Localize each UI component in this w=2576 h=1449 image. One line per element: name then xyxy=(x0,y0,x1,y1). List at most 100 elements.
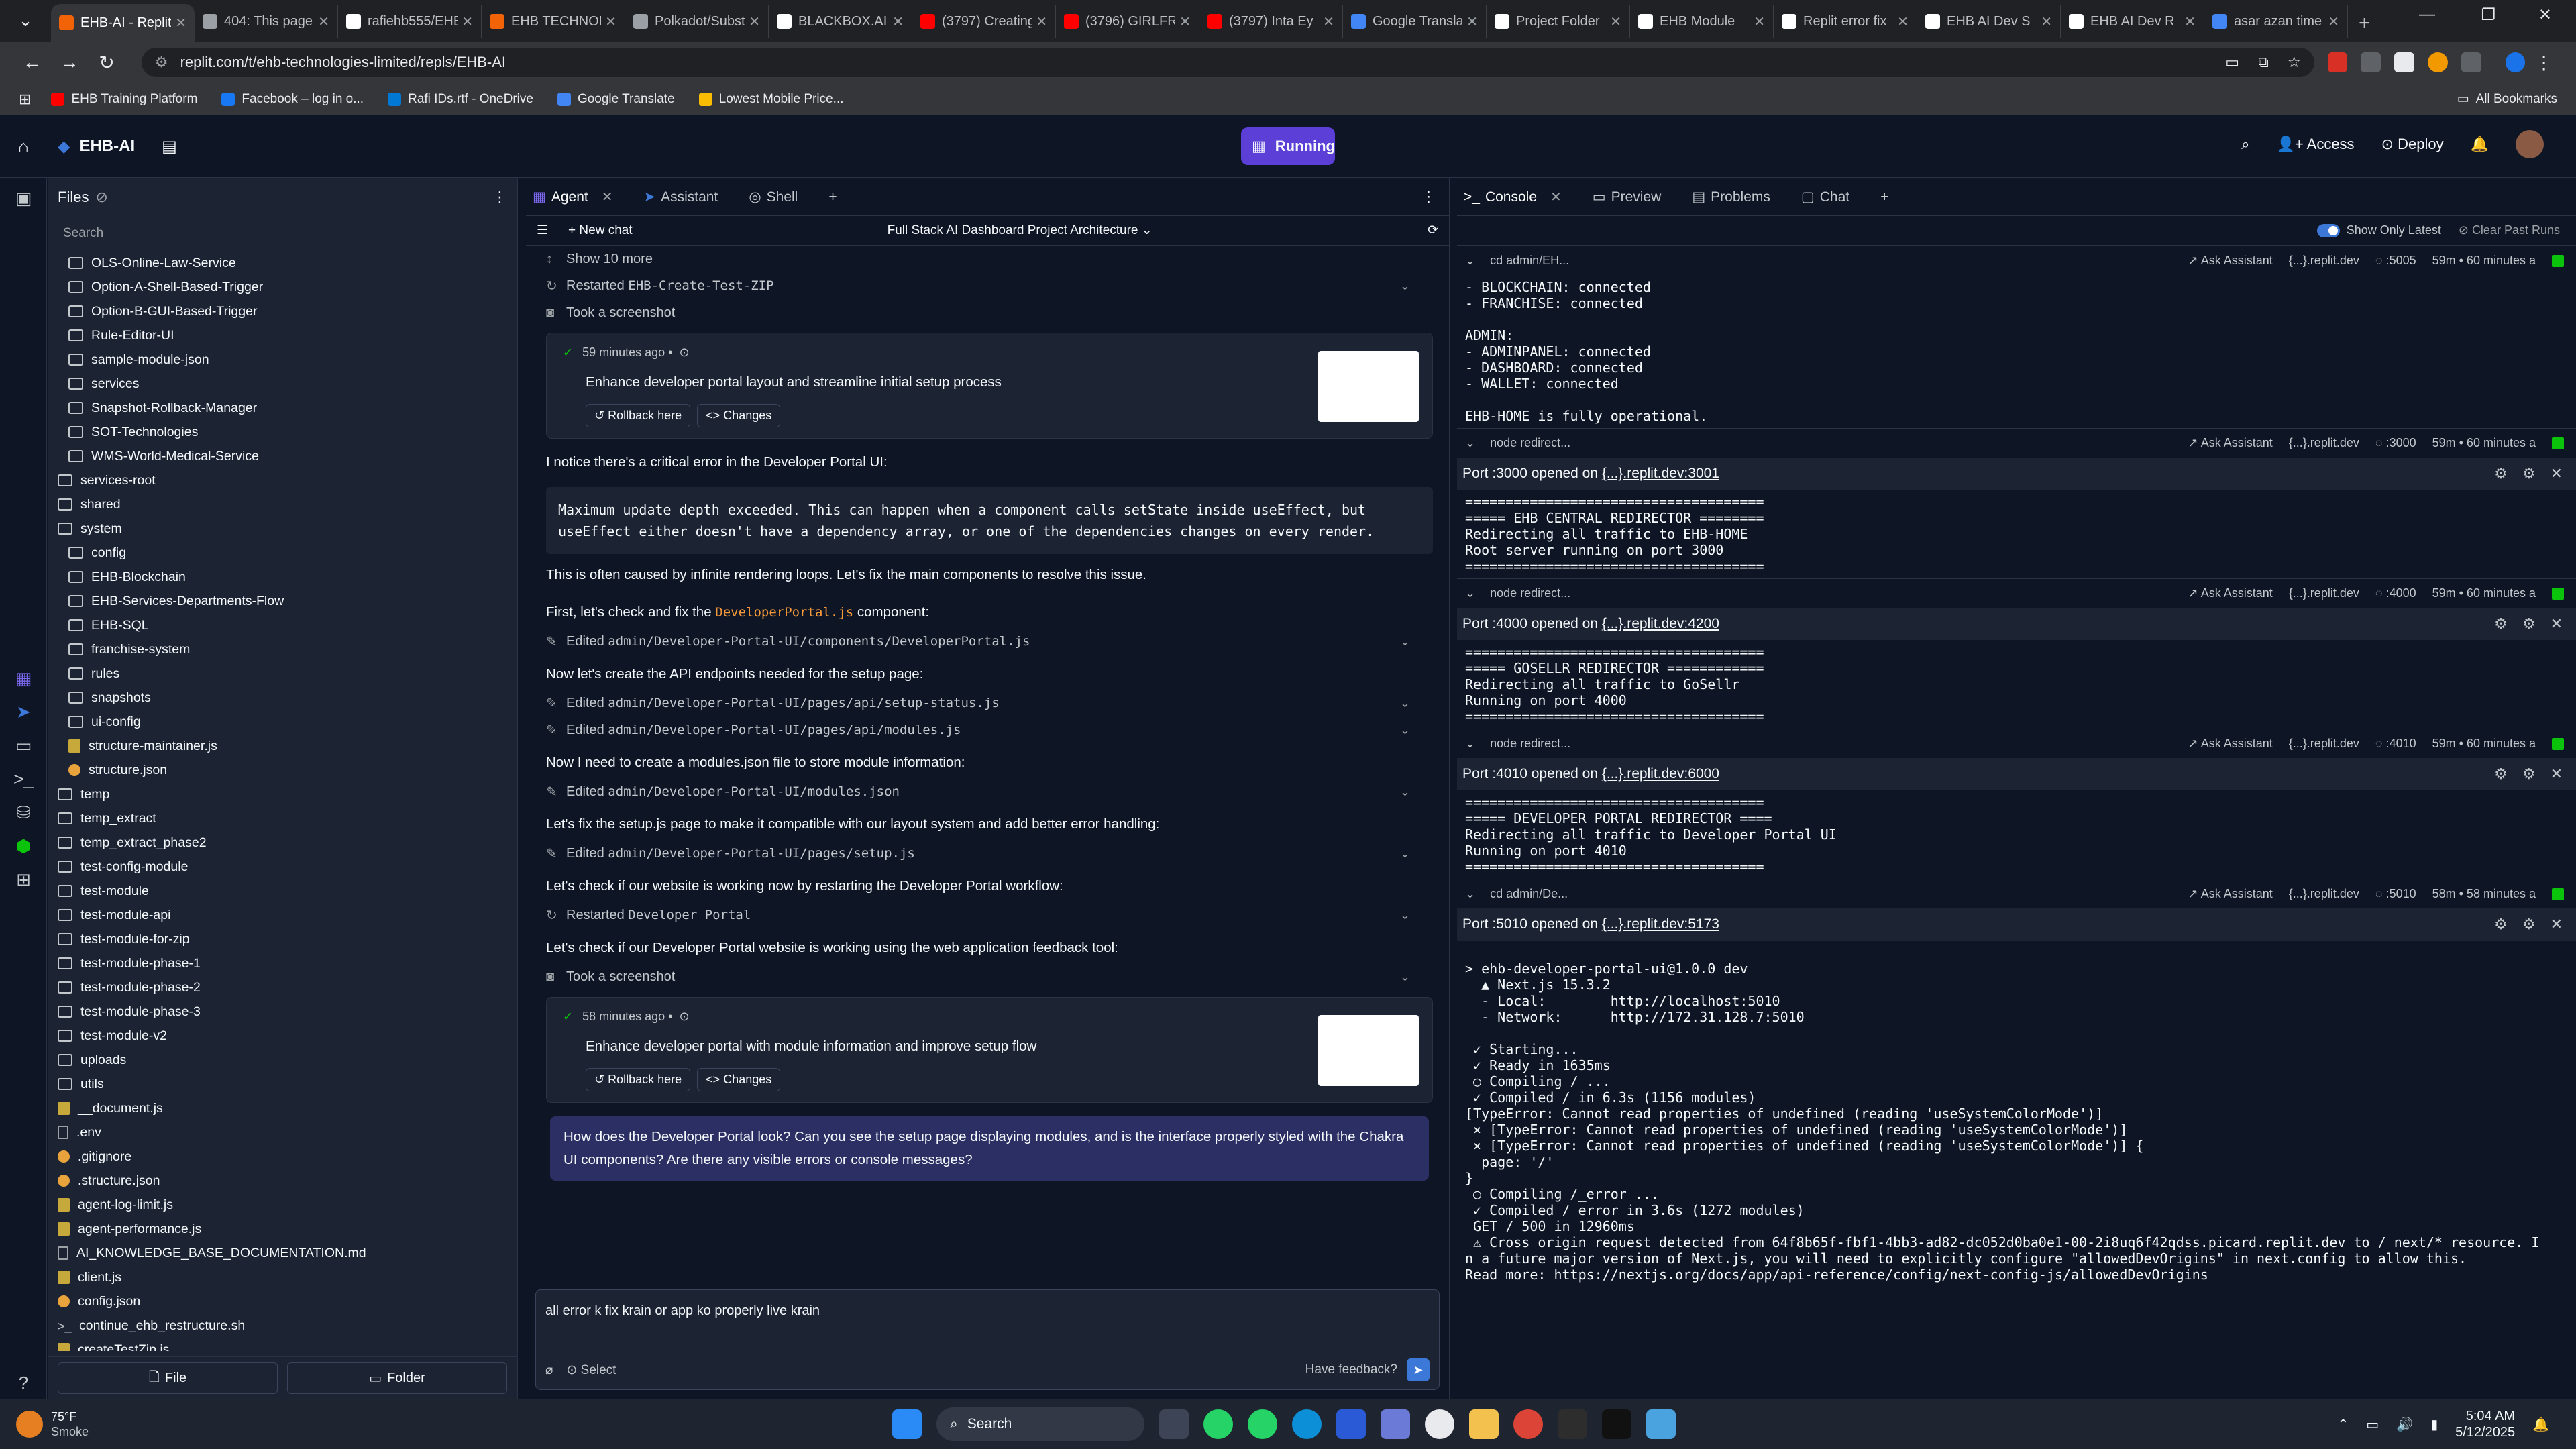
battery-icon[interactable]: ▮ xyxy=(2430,1416,2438,1433)
file-item[interactable]: .structure.json xyxy=(58,1169,517,1193)
file-item[interactable]: agent-log-limit.js xyxy=(58,1193,517,1217)
project-name[interactable]: EHB-AI xyxy=(79,137,135,156)
profile-avatar[interactable] xyxy=(2505,52,2526,72)
screenshot-thumbnail[interactable] xyxy=(1318,351,1419,422)
folder-item[interactable]: sample-module-json xyxy=(58,347,517,372)
close-tab-icon[interactable]: ✕ xyxy=(2041,13,2052,30)
clock[interactable]: 5:04 AM 5/12/2025 xyxy=(2455,1408,2515,1440)
close-tab-icon[interactable]: ✕ xyxy=(1466,13,1478,30)
add-tab-button[interactable]: + xyxy=(1880,189,1888,205)
folder-item[interactable]: EHB-SQL xyxy=(58,613,517,637)
folder-item[interactable]: config xyxy=(58,541,517,565)
back-icon[interactable]: ← xyxy=(13,52,51,73)
settings-icon[interactable]: ⚙ xyxy=(2494,465,2508,482)
bookmark-item[interactable]: Google Translate xyxy=(557,92,675,107)
dev-domain[interactable]: {...}.replit.dev xyxy=(2289,436,2359,450)
close-tab-icon[interactable]: ✕ xyxy=(1610,13,1621,30)
task-view-icon[interactable] xyxy=(1159,1409,1189,1439)
process-header[interactable]: ⌄ cd admin/EH... ↗ Ask Assistant {...}.r… xyxy=(1457,246,2576,275)
folder-item[interactable]: utils xyxy=(58,1072,517,1096)
bookmark-item[interactable]: Rafi IDs.rtf - OneDrive xyxy=(388,92,533,107)
folder-item[interactable]: ui-config xyxy=(58,710,517,734)
preview-icon[interactable]: ▭ xyxy=(0,729,47,762)
folder-item[interactable]: test-module-phase-1 xyxy=(58,951,517,975)
app-icon[interactable] xyxy=(1381,1409,1410,1439)
activity-edited[interactable]: ✎ Edited admin/Developer-Portal-UI/pages/… xyxy=(546,690,1433,716)
stocks-icon[interactable] xyxy=(1602,1409,1631,1439)
link-icon[interactable]: ⊙ xyxy=(679,1010,689,1024)
browser-tab[interactable]: Project Folder ✕ xyxy=(1487,5,1630,38)
tab-console[interactable]: >_ Console ✕ xyxy=(1464,189,1562,205)
tab-search-icon[interactable]: ⌄ xyxy=(11,5,40,35)
chrome-icon[interactable] xyxy=(1513,1409,1543,1439)
clear-past-runs-button[interactable]: ⊘ Clear Past Runs xyxy=(2459,223,2560,237)
database-icon[interactable]: ⛁ xyxy=(0,796,47,829)
tab-shell[interactable]: ◎ Shell xyxy=(749,189,798,205)
reload-icon[interactable]: ↻ xyxy=(88,52,125,74)
dev-domain[interactable]: {...}.replit.dev xyxy=(2289,586,2359,600)
notepad-icon[interactable] xyxy=(1646,1409,1676,1439)
extensions-puzzle-icon[interactable] xyxy=(2461,52,2481,72)
run-button[interactable]: ▦ Running xyxy=(1241,127,1335,165)
folder-item[interactable]: WMS-World-Medical-Service xyxy=(58,444,517,468)
bookmark-item[interactable]: Facebook – log in o... xyxy=(221,92,364,107)
folder-item[interactable]: temp_extract xyxy=(58,806,517,830)
close-tab-icon[interactable]: ✕ xyxy=(1897,13,1909,30)
extension-icon[interactable] xyxy=(2427,52,2448,72)
weather-widget[interactable]: 75°F Smoke xyxy=(16,1409,164,1439)
dev-domain[interactable]: {...}.replit.dev xyxy=(2289,254,2359,268)
close-tab-icon[interactable]: ✕ xyxy=(318,13,329,30)
port-config-icon[interactable]: ⚙ xyxy=(2522,916,2536,933)
file-search-input[interactable]: Search xyxy=(58,220,507,247)
close-tab-icon[interactable]: ✕ xyxy=(1179,13,1191,30)
file-item[interactable]: __document.js xyxy=(58,1096,517,1120)
folder-item[interactable]: test-module-v2 xyxy=(58,1024,517,1048)
close-tab-icon[interactable]: ✕ xyxy=(2184,13,2196,30)
settings-icon[interactable]: ⚙ xyxy=(2494,916,2508,933)
link-icon[interactable]: ⊙ xyxy=(679,345,689,360)
access-button[interactable]: 👤+ Access xyxy=(2277,136,2355,153)
browser-tab[interactable]: (3796) GIRLFRIEND✕ xyxy=(1056,5,1199,38)
folder-item[interactable]: franchise-system xyxy=(58,637,517,661)
network-icon[interactable]: ▭ xyxy=(2366,1416,2379,1433)
minimize-icon[interactable]: — xyxy=(2419,5,2435,24)
activity-screenshot[interactable]: ◙ Took a screenshot xyxy=(546,299,1433,326)
process-header[interactable]: ⌄ node redirect... ↗ Ask Assistant {...}… xyxy=(1457,428,2576,458)
bookmark-item[interactable]: Lowest Mobile Price... xyxy=(698,92,844,107)
file-item[interactable]: config.json xyxy=(58,1289,517,1313)
send-icon[interactable]: ➤ xyxy=(1407,1358,1430,1381)
select-button[interactable]: ⊙ Select xyxy=(566,1362,616,1378)
browser-menu-icon[interactable]: ⋮ xyxy=(2525,52,2563,74)
assistant-icon[interactable]: ➤ xyxy=(0,695,47,729)
install-icon[interactable]: ⧉ xyxy=(2258,54,2269,71)
folder-item[interactable]: Snapshot-Rollback-Manager xyxy=(58,396,517,420)
file-item[interactable]: structure.json xyxy=(58,758,517,782)
folder-item[interactable]: system xyxy=(58,517,517,541)
close-icon[interactable]: ✕ xyxy=(2551,916,2563,933)
package-icon[interactable]: ⬢ xyxy=(0,829,47,863)
bell-icon[interactable]: 🔔 xyxy=(2471,136,2489,153)
close-icon[interactable]: ✕ xyxy=(2551,615,2563,633)
new-folder-button[interactable]: ▭ Folder xyxy=(287,1362,507,1394)
process-header[interactable]: ⌄ node redirect... ↗ Ask Assistant {...}… xyxy=(1457,578,2576,608)
browser-tab[interactable]: Replit error fix ✕ xyxy=(1774,5,1917,38)
add-tab-button[interactable]: + xyxy=(828,189,837,205)
folder-item[interactable]: Option-B-GUI-Based-Trigger xyxy=(58,299,517,323)
process-header[interactable]: ⌄ node redirect... ↗ Ask Assistant {...}… xyxy=(1457,729,2576,758)
terminal-icon[interactable] xyxy=(1558,1409,1587,1439)
forward-icon[interactable]: → xyxy=(51,52,89,73)
whatsapp-icon[interactable] xyxy=(1203,1409,1233,1439)
folder-item[interactable]: shared xyxy=(58,492,517,517)
edge-icon[interactable] xyxy=(1292,1409,1322,1439)
folder-item[interactable]: snapshots xyxy=(58,686,517,710)
close-tab-icon[interactable]: ✕ xyxy=(605,13,616,30)
taskbar-search[interactable]: ⌕ Search xyxy=(936,1407,1144,1441)
changes-button[interactable]: <> Changes xyxy=(697,1068,781,1091)
browser-tab[interactable]: asar azan time ✕ xyxy=(2204,5,2348,38)
browser-tab[interactable]: rafiehb555/EHB ✕ xyxy=(338,5,482,38)
folder-item[interactable]: uploads xyxy=(58,1048,517,1072)
all-bookmarks[interactable]: ▭ All Bookmarks xyxy=(2457,91,2557,107)
tab-agent[interactable]: ▦ Agent ✕ xyxy=(533,189,613,205)
settings-icon[interactable]: ⚙ xyxy=(2494,615,2508,633)
port-config-icon[interactable]: ⚙ xyxy=(2522,615,2536,633)
